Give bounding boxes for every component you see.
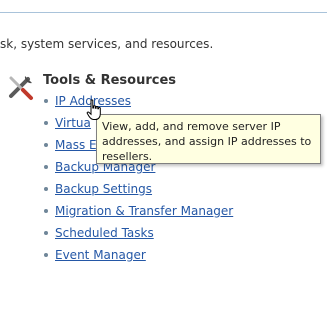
bullet-icon <box>44 99 48 103</box>
list-item-scheduled-tasks: Scheduled Tasks <box>44 225 233 247</box>
migration-transfer-manager-link[interactable]: Migration & Transfer Manager <box>55 204 233 218</box>
control-panel-page: sk, system services, and resources. Tool… <box>0 0 327 320</box>
bullet-icon <box>44 187 48 191</box>
scheduled-tasks-link[interactable]: Scheduled Tasks <box>55 226 154 240</box>
bullet-icon <box>44 121 48 125</box>
list-item-migration: Migration & Transfer Manager <box>44 203 233 225</box>
bullet-icon <box>44 253 48 257</box>
bullet-icon <box>44 143 48 147</box>
bullet-icon <box>44 209 48 213</box>
section-title: Tools & Resources <box>43 73 177 88</box>
event-manager-link[interactable]: Event Manager <box>55 248 146 262</box>
list-item-backup-settings: Backup Settings <box>44 181 233 203</box>
bullet-icon <box>44 231 48 235</box>
backup-settings-link[interactable]: Backup Settings <box>55 182 152 196</box>
list-item-ip-addresses: IP Addresses <box>44 93 233 115</box>
header-divider <box>0 12 327 13</box>
list-item-event-manager: Event Manager <box>44 247 233 269</box>
bullet-icon <box>44 165 48 169</box>
intro-text: sk, system services, and resources. <box>0 37 214 51</box>
hand-pointer-cursor-icon <box>86 99 102 121</box>
ip-addresses-tooltip: View, add, and remove server IP addresse… <box>96 114 321 164</box>
tools-wrench-screwdriver-icon <box>6 72 36 102</box>
